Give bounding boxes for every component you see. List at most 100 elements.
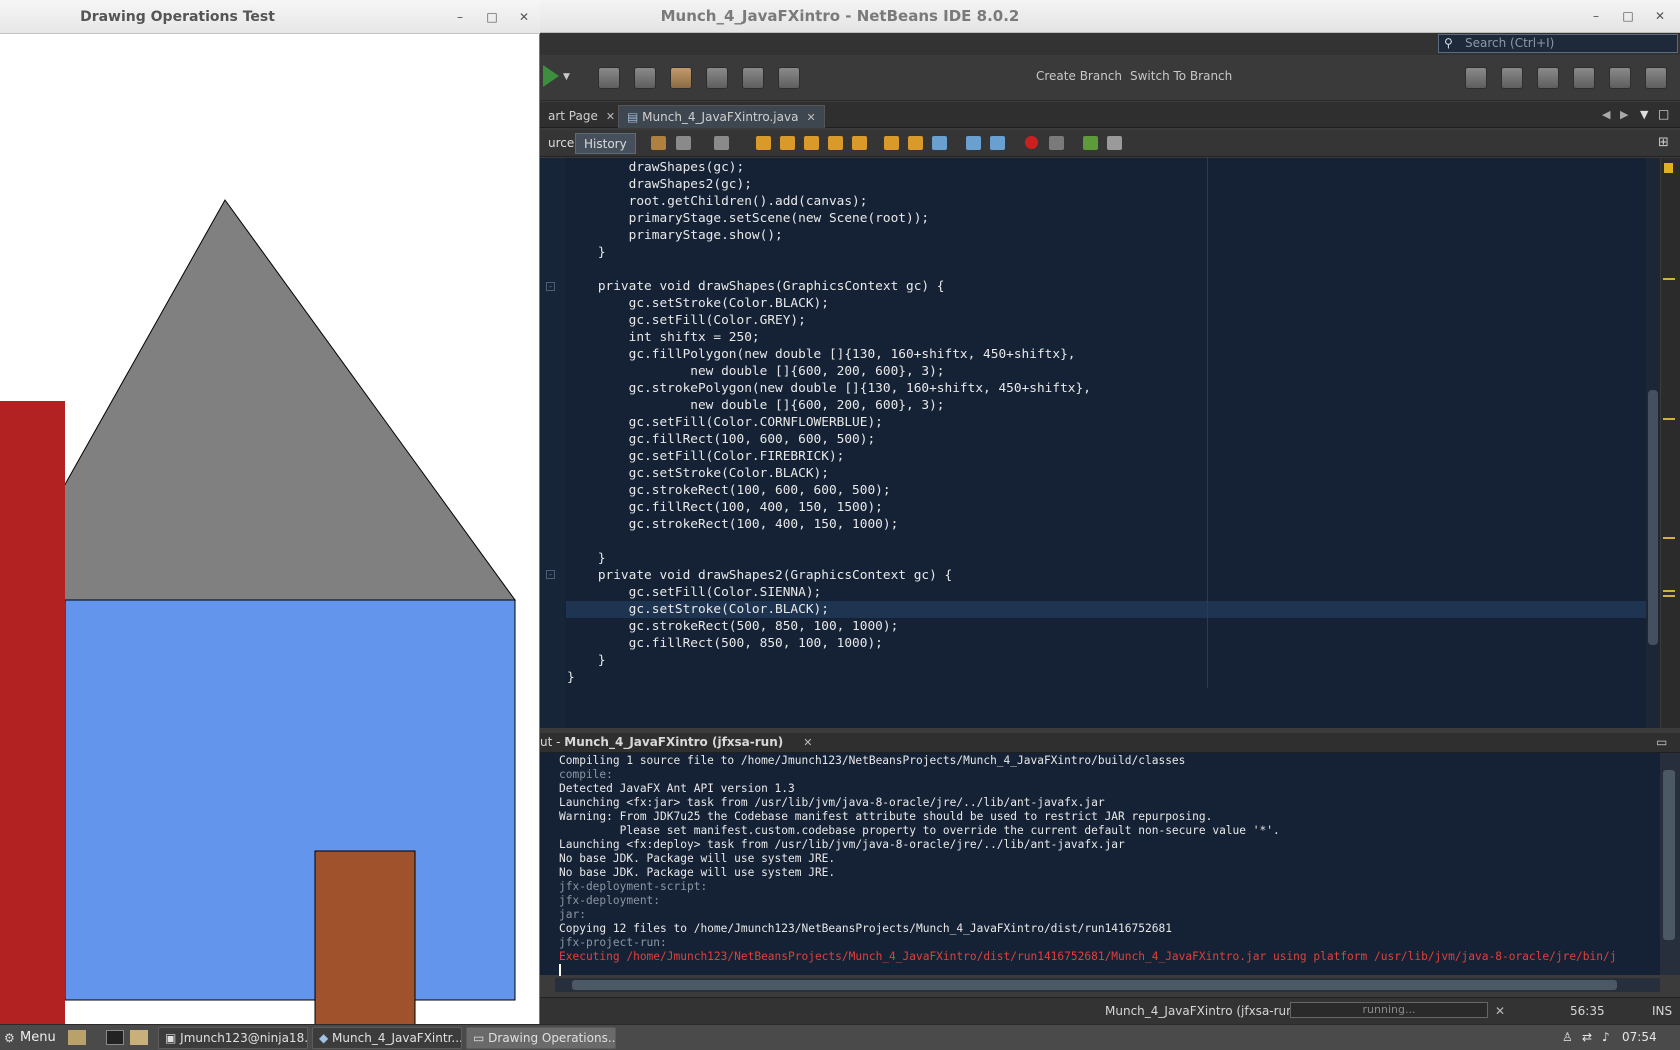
tab-start-page[interactable]: art Page ✕ <box>540 105 623 128</box>
cancel-task-icon[interactable]: ✕ <box>1495 1004 1505 1018</box>
tool-icon[interactable] <box>598 67 620 89</box>
progress-bar[interactable]: running... <box>1290 1002 1488 1018</box>
code-text: gc.fillRect(100, 600, 600, 500); <box>567 432 876 447</box>
terminal-icon[interactable] <box>106 1030 124 1045</box>
task-netbeans[interactable]: ◆ Munch_4_JavaFXintr... <box>312 1027 462 1049</box>
code-text: gc.strokeRect(100, 400, 150, 1000); <box>567 517 899 532</box>
switch-branch-button[interactable]: Switch To Branch <box>1130 69 1232 83</box>
volume-icon[interactable]: ♪ <box>1602 1030 1610 1044</box>
git-icon[interactable] <box>1609 67 1631 89</box>
clock[interactable]: 07:54 <box>1622 1030 1657 1044</box>
output-hscroll-thumb[interactable] <box>572 980 1617 990</box>
code-line: } <box>567 652 606 669</box>
comment-icon[interactable] <box>1083 136 1098 150</box>
find-next-icon[interactable] <box>804 136 819 150</box>
network-icon[interactable]: ⇄ <box>1582 1030 1592 1044</box>
output-tab-label: Munch_4_JavaFXintro (jfxsa-run) <box>564 735 784 749</box>
start-menu-button[interactable]: Menu <box>20 1030 56 1045</box>
git-icon[interactable] <box>1501 67 1523 89</box>
output-line: Detected JavaFX Ant API version 1.3 <box>559 782 795 795</box>
output-line: jfx-project-run: <box>559 936 667 949</box>
code-line: root.getChildren().add(canvas); <box>567 193 868 210</box>
user-icon[interactable]: ♙ <box>1562 1030 1573 1044</box>
code-text: } <box>567 551 606 566</box>
output-scroll-thumb[interactable] <box>1663 770 1675 940</box>
tool-icon[interactable] <box>706 67 728 89</box>
find-previous-icon[interactable] <box>780 136 795 150</box>
tab-list-icon[interactable]: ▼ <box>1640 108 1648 121</box>
close-icon[interactable]: ✕ <box>806 111 815 124</box>
stripe-mark[interactable] <box>1663 595 1675 597</box>
files-icon[interactable] <box>68 1030 86 1045</box>
stripe-mark[interactable] <box>1663 590 1675 592</box>
fold-icon[interactable]: - <box>546 570 555 579</box>
previous-bookmark-icon[interactable] <box>884 136 899 150</box>
back-icon[interactable] <box>651 136 666 150</box>
fold-icon[interactable]: - <box>546 282 555 291</box>
minimize-icon[interactable]: – <box>1586 6 1606 26</box>
stripe-mark[interactable] <box>1663 537 1675 539</box>
warning-icon[interactable] <box>1664 163 1673 173</box>
maximize-editor-icon[interactable]: □ <box>1658 107 1669 121</box>
chevron-down-icon[interactable]: ▼ <box>563 72 570 82</box>
record-macro-icon[interactable] <box>1025 136 1038 149</box>
maximize-icon[interactable]: □ <box>1618 6 1638 26</box>
close-icon[interactable]: ✕ <box>1650 6 1670 26</box>
history-mode-button[interactable]: History <box>575 133 636 154</box>
split-editor-icon[interactable]: ⊞ <box>1658 135 1669 150</box>
tool-icon[interactable] <box>634 67 656 89</box>
git-icon[interactable] <box>1645 67 1667 89</box>
stripe-mark[interactable] <box>1663 418 1675 420</box>
output-line: Launching <fx:jar> task from /usr/lib/jv… <box>559 796 1105 809</box>
error-stripe[interactable] <box>1661 158 1680 728</box>
code-text: gc.strokePolygon(new double []{130, 160+… <box>567 381 1091 396</box>
task-drawing[interactable]: ▭ Drawing Operations... <box>466 1027 616 1049</box>
shift-right-icon[interactable] <box>990 136 1005 150</box>
tab-java-file[interactable]: ▤ Munch_4_JavaFXintro.java ✕ <box>618 105 825 128</box>
forward-icon[interactable] <box>676 136 691 150</box>
shift-left-icon[interactable] <box>966 136 981 150</box>
folder-icon[interactable] <box>130 1030 148 1045</box>
tool-icon[interactable] <box>742 67 764 89</box>
close-icon[interactable]: ✕ <box>606 110 615 123</box>
code-line: } <box>567 550 606 567</box>
task-label: Munch_4_JavaFXintr... <box>332 1031 462 1045</box>
status-task[interactable]: Munch_4_JavaFXintro (jfxsa-run) <box>1105 1004 1298 1018</box>
tab-scroll-left-icon[interactable]: ◀ <box>1602 108 1610 121</box>
run-icon[interactable] <box>543 65 559 87</box>
code-line: gc.strokeRect(100, 600, 600, 500); <box>567 482 891 499</box>
maximize-icon[interactable]: □ <box>482 7 502 27</box>
find-icon[interactable] <box>756 136 771 150</box>
tool-icon[interactable] <box>670 67 692 89</box>
output-tab[interactable]: ut - Munch_4_JavaFXintro (jfxsa-run) ✕ <box>540 735 812 749</box>
minimize-icon[interactable]: – <box>450 7 470 27</box>
editor-scroll-thumb[interactable] <box>1648 390 1658 645</box>
code-text: gc.setFill(Color.CORNFLOWERBLUE); <box>567 415 883 430</box>
output-tab-prefix: ut - <box>540 735 565 749</box>
git-icon[interactable] <box>1537 67 1559 89</box>
stripe-mark[interactable] <box>1663 278 1675 280</box>
git-icon[interactable] <box>1465 67 1487 89</box>
stop-macro-icon[interactable] <box>1049 136 1064 150</box>
uncomment-icon[interactable] <box>1107 136 1122 150</box>
toggle-highlight-icon[interactable] <box>828 136 843 150</box>
code-text: new double []{600, 200, 600}, 3); <box>567 364 945 379</box>
search-input[interactable]: ⚲ Search (Ctrl+I) <box>1438 34 1678 53</box>
menu-gear-icon[interactable]: ⚙ <box>4 1031 15 1045</box>
tool-icon[interactable] <box>778 67 800 89</box>
close-icon[interactable]: ✕ <box>514 7 534 27</box>
code-text: private void drawShapes(GraphicsContext … <box>567 279 945 294</box>
last-edit-icon[interactable] <box>714 136 729 150</box>
select-icon[interactable] <box>852 136 867 150</box>
tab-scroll-right-icon[interactable]: ▶ <box>1620 108 1628 121</box>
minimize-output-icon[interactable]: ▭ <box>1656 735 1667 749</box>
git-icon[interactable] <box>1573 67 1595 89</box>
create-branch-button[interactable]: Create Branch <box>1036 69 1122 83</box>
output-line: No base JDK. Package will use system JRE… <box>559 866 836 879</box>
drawing-window: Drawing Operations Test – □ ✕ <box>0 0 540 1024</box>
toggle-bookmark-icon[interactable] <box>932 136 947 150</box>
task-terminal[interactable]: ▣ Jmunch123@ninja18... <box>158 1027 308 1049</box>
close-icon[interactable]: ✕ <box>803 736 812 749</box>
output-line: jfx-deployment: <box>559 894 661 907</box>
next-bookmark-icon[interactable] <box>908 136 923 150</box>
